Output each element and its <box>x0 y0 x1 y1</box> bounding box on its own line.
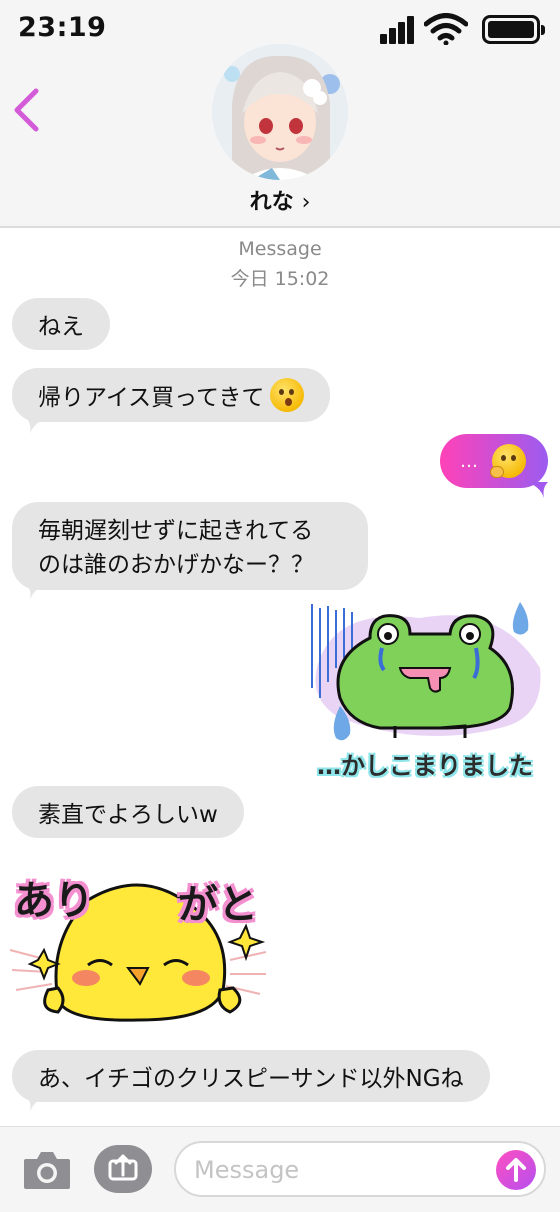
incoming-message-bubble[interactable]: 帰りアイス買ってきて <box>12 368 331 422</box>
camera-icon[interactable] <box>22 1149 72 1191</box>
status-time: 23:19 <box>18 12 107 43</box>
sticker-caption-left: あり <box>14 878 94 924</box>
incoming-message-bubble[interactable]: 素直でよろしいw <box>12 786 244 838</box>
app-drawer-icon <box>108 1154 138 1181</box>
contact-name: れな <box>249 190 294 215</box>
cellular-signal-icon <box>380 16 414 44</box>
chick-sticker[interactable]: あり がと <box>8 860 270 1030</box>
bubble-tail <box>26 418 48 434</box>
message-input[interactable] <box>194 1153 494 1187</box>
outgoing-message-bubble[interactable]: … <box>440 434 548 488</box>
frog-sticker[interactable]: …かしこまりました <box>300 598 550 788</box>
contact-name-button[interactable]: れな › <box>0 184 560 216</box>
incoming-message-bubble[interactable]: 毎朝遅刻せずに起きれてる のは誰のおかげかなー？？ <box>12 502 368 590</box>
navigation-header: 23:19 れな › <box>0 0 560 228</box>
thinking-face-emoji <box>490 444 526 478</box>
bubble-tail <box>26 584 48 600</box>
message-field[interactable] <box>174 1141 546 1197</box>
bubble-tail <box>26 1096 48 1112</box>
message-text: … <box>460 450 478 472</box>
bubble-tail <box>526 482 548 498</box>
incoming-message-bubble[interactable]: あ、イチゴのクリスピーサンド以外NGね <box>12 1050 490 1102</box>
thread-label: Message <box>238 238 322 260</box>
back-chevron-icon[interactable] <box>12 88 42 132</box>
contact-avatar[interactable] <box>212 44 348 180</box>
send-button[interactable] <box>496 1150 536 1190</box>
app-store-button[interactable] <box>94 1145 152 1193</box>
battery-icon <box>482 15 545 44</box>
sticker-caption: …かしこまりました <box>317 752 533 780</box>
message-text-line-2: のは誰のおかげかなー？？ <box>38 552 314 578</box>
message-text: ねえ <box>38 314 84 340</box>
message-composer <box>0 1126 560 1212</box>
thread-timestamp: 今日 15:02 <box>230 268 330 290</box>
kissing-face-emoji <box>270 378 305 412</box>
sticker-caption-right: がと <box>178 882 258 928</box>
message-text-line-1: 毎朝遅刻せずに起きれてる <box>38 518 314 544</box>
arrow-up-icon <box>506 1158 526 1182</box>
message-text: 帰りアイス買ってきて <box>38 385 265 411</box>
message-text: 素直でよろしいw <box>38 802 218 828</box>
incoming-message-bubble[interactable]: ねえ <box>12 298 110 350</box>
contact-chevron-icon: › <box>301 190 311 215</box>
wifi-icon <box>424 13 468 45</box>
message-text: あ、イチゴのクリスピーサンド以外NGね <box>38 1066 464 1092</box>
